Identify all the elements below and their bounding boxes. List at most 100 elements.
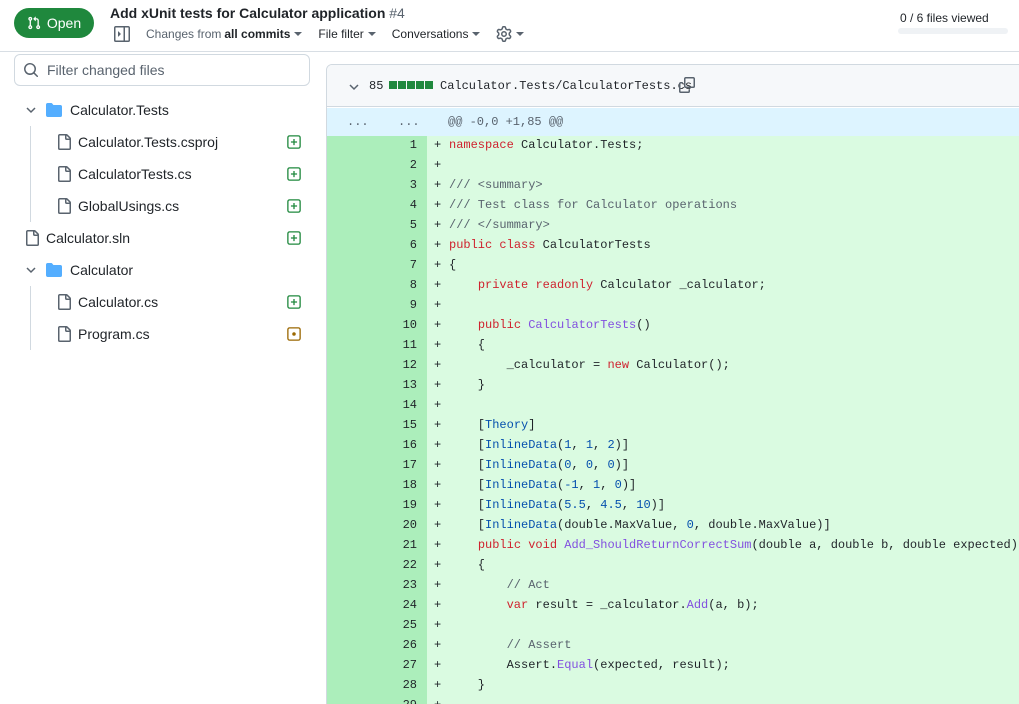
file-filter-label: File filter bbox=[318, 27, 364, 41]
line-number[interactable]: 12 bbox=[377, 355, 417, 375]
pr-number: #4 bbox=[389, 5, 405, 21]
chevron-down-icon[interactable] bbox=[26, 105, 36, 115]
line-number[interactable]: 24 bbox=[377, 595, 417, 615]
diff-line: 1 + namespace Calculator.Tests; bbox=[327, 135, 1019, 155]
line-number[interactable]: 26 bbox=[377, 635, 417, 655]
pr-header: Open Add xUnit tests for Calculator appl… bbox=[0, 0, 1019, 52]
code-text: // Assert bbox=[449, 638, 572, 652]
tree-folder-calculator[interactable]: Calculator bbox=[14, 254, 314, 286]
filter-files-input[interactable] bbox=[47, 62, 297, 78]
line-number[interactable]: 10 bbox=[377, 315, 417, 335]
line-number[interactable]: 8 bbox=[377, 275, 417, 295]
pr-status-label: Open bbox=[46, 15, 82, 31]
added-marker: + bbox=[434, 578, 442, 592]
code-text: } bbox=[449, 378, 486, 392]
line-number[interactable]: 11 bbox=[377, 335, 417, 355]
diff-line: 6 + public class CalculatorTests bbox=[327, 235, 1019, 255]
settings-dropdown[interactable] bbox=[496, 26, 525, 42]
diff-line: 8 + private readonly Calculator _calculat… bbox=[327, 275, 1019, 295]
diff-file-path[interactable]: Calculator.Tests/CalculatorTests.cs bbox=[440, 79, 692, 93]
code-text: } bbox=[449, 678, 486, 692]
chevron-down-icon[interactable] bbox=[349, 82, 359, 92]
diffstat-block bbox=[398, 81, 406, 89]
diff-line: 2 + bbox=[327, 155, 1019, 175]
line-number[interactable]: 17 bbox=[377, 455, 417, 475]
tree-file-calculator-cs[interactable]: Calculator.cs bbox=[14, 286, 314, 318]
tree-folder-label: Calculator bbox=[70, 262, 134, 278]
tree-file-calculator-tests-cs[interactable]: CalculatorTests.cs bbox=[14, 158, 314, 190]
line-number[interactable]: 15 bbox=[377, 415, 417, 435]
tree-file-calculator-tests-csproj[interactable]: Calculator.Tests.csproj bbox=[14, 126, 314, 158]
tree-file-calculator-sln[interactable]: Calculator.sln bbox=[14, 222, 314, 254]
diff-lines: 1 + namespace Calculator.Tests; 2 +3 +/// <su… bbox=[327, 135, 1019, 704]
code-text: /// </summary> bbox=[449, 218, 550, 232]
copy-icon[interactable] bbox=[679, 77, 695, 93]
sidebar-collapse-icon[interactable] bbox=[114, 26, 130, 42]
file-diff-header: 85 Calculator.Tests/CalculatorTests.cs bbox=[327, 65, 1019, 107]
line-number[interactable]: 20 bbox=[377, 515, 417, 535]
diff-line: 26 + // Assert bbox=[327, 635, 1019, 655]
file-icon bbox=[58, 198, 71, 214]
hunk-expand-right[interactable]: ... bbox=[398, 115, 420, 129]
line-number[interactable]: 4 bbox=[377, 195, 417, 215]
file-icon bbox=[26, 230, 39, 246]
added-marker: + bbox=[434, 378, 442, 392]
line-number[interactable]: 6 bbox=[377, 235, 417, 255]
line-number[interactable]: 14 bbox=[377, 395, 417, 415]
added-marker: + bbox=[434, 238, 442, 252]
added-marker: + bbox=[434, 398, 442, 412]
line-number[interactable]: 27 bbox=[377, 655, 417, 675]
conversations-dropdown[interactable]: Conversations bbox=[392, 27, 481, 41]
code-text: [InlineData(5.5, 4.5, 10)] bbox=[449, 498, 666, 512]
tree-file-program-cs[interactable]: Program.cs bbox=[14, 318, 314, 350]
pr-title-text: Add xUnit tests for Calculator applicati… bbox=[110, 5, 386, 21]
line-number[interactable]: 25 bbox=[377, 615, 417, 635]
gear-icon bbox=[497, 26, 512, 42]
hunk-expand-left[interactable]: ... bbox=[347, 115, 369, 129]
line-number[interactable]: 29 bbox=[377, 695, 417, 704]
added-marker: + bbox=[434, 658, 442, 672]
pr-title: Add xUnit tests for Calculator applicati… bbox=[110, 5, 405, 21]
line-number[interactable]: 23 bbox=[377, 575, 417, 595]
line-number[interactable]: 16 bbox=[377, 435, 417, 455]
line-number[interactable]: 22 bbox=[377, 555, 417, 575]
diff-line: 14 + bbox=[327, 395, 1019, 415]
file-filter-dropdown[interactable]: File filter bbox=[318, 27, 376, 41]
diff-line: 18 + [InlineData(-1, 1, 0)] bbox=[327, 475, 1019, 495]
line-number[interactable]: 1 bbox=[377, 135, 417, 155]
diff-line: 19 + [InlineData(5.5, 4.5, 10)] bbox=[327, 495, 1019, 515]
line-number[interactable]: 5 bbox=[377, 215, 417, 235]
code-text: { bbox=[449, 558, 486, 572]
line-number[interactable]: 7 bbox=[377, 255, 417, 275]
diff-toolbar: Changes from all commits File filter Con… bbox=[114, 23, 540, 45]
files-viewed-progress bbox=[898, 28, 1008, 34]
tree-file-label: Program.cs bbox=[78, 326, 150, 342]
code-text: { bbox=[449, 258, 457, 272]
line-number[interactable]: 9 bbox=[377, 295, 417, 315]
added-marker: + bbox=[434, 178, 442, 192]
changes-from-dropdown[interactable]: Changes from all commits bbox=[146, 27, 303, 41]
chevron-down-icon[interactable] bbox=[26, 265, 36, 275]
line-number[interactable]: 3 bbox=[377, 175, 417, 195]
file-diff: 85 Calculator.Tests/CalculatorTests.cs .… bbox=[326, 64, 1019, 704]
line-number[interactable]: 13 bbox=[377, 375, 417, 395]
line-number[interactable]: 28 bbox=[377, 675, 417, 695]
file-icon bbox=[58, 166, 71, 182]
diff-line: 21 + public void Add_ShouldReturnCorrectS… bbox=[327, 535, 1019, 555]
diff-line: 4 + /// Test class for Calculator operatio… bbox=[327, 195, 1019, 215]
line-number[interactable]: 21 bbox=[377, 535, 417, 555]
diffstat-block bbox=[389, 81, 397, 89]
added-marker: + bbox=[434, 518, 442, 532]
tree-file-global-usings[interactable]: GlobalUsings.cs bbox=[14, 190, 314, 222]
line-number[interactable]: 2 bbox=[377, 155, 417, 175]
added-marker: + bbox=[434, 338, 442, 352]
line-number[interactable]: 19 bbox=[377, 495, 417, 515]
tree-file-label: CalculatorTests.cs bbox=[78, 166, 192, 182]
code-text: var result = _calculator.Add(a, b); bbox=[506, 598, 759, 612]
line-number[interactable]: 18 bbox=[377, 475, 417, 495]
file-added-icon bbox=[287, 199, 301, 213]
filter-files-box[interactable] bbox=[14, 54, 310, 86]
diff-line: 7 + { bbox=[327, 255, 1019, 275]
tree-folder-calculator-tests[interactable]: Calculator.Tests bbox=[14, 94, 314, 126]
code-text: namespace Calculator.Tests; bbox=[449, 138, 644, 152]
